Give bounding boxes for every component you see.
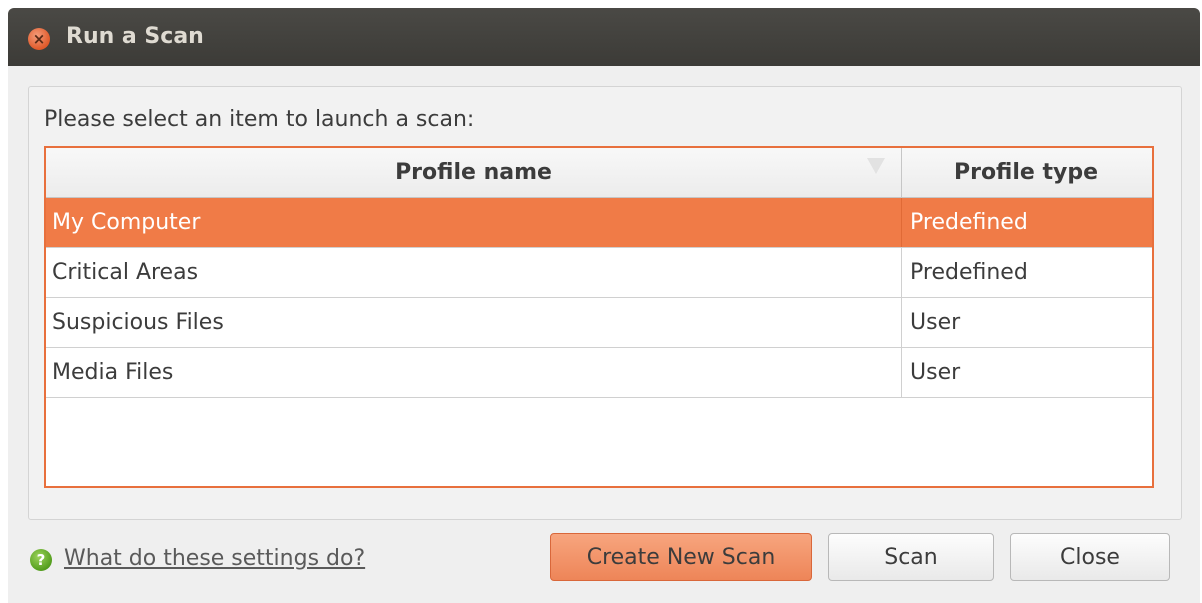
- help-link[interactable]: What do these settings do?: [64, 546, 365, 571]
- profile-type-cell: User: [910, 360, 961, 385]
- titlebar: × Run a Scan: [8, 8, 1200, 66]
- dialog-footer: ? What do these settings do? Create New …: [0, 525, 1202, 591]
- profile-table: Profile name Profile type My Computer Pr…: [44, 146, 1154, 488]
- help-icon: ?: [30, 549, 52, 571]
- create-new-scan-button[interactable]: Create New Scan: [550, 533, 812, 581]
- column-header-profile-name[interactable]: Profile name: [46, 148, 902, 197]
- table-row[interactable]: Suspicious Files User: [46, 298, 1152, 348]
- profile-type-cell: User: [910, 310, 961, 335]
- profile-name-cell: Suspicious Files: [46, 298, 902, 347]
- column-header-label: Profile name: [395, 160, 552, 185]
- table-row[interactable]: My Computer Predefined: [46, 198, 1152, 248]
- profile-type-cell: Predefined: [910, 260, 1028, 285]
- window-title: Run a Scan: [66, 24, 204, 49]
- column-header-label: Profile type: [953, 160, 1099, 185]
- table-row[interactable]: Media Files User: [46, 348, 1152, 398]
- instruction-label: Please select an item to launch a scan:: [44, 107, 475, 132]
- profile-name-cell: My Computer: [46, 198, 902, 247]
- profile-name-cell: Media Files: [46, 348, 902, 397]
- profile-name-cell: Critical Areas: [46, 248, 902, 297]
- column-header-profile-type[interactable]: Profile type: [902, 148, 1150, 197]
- scan-button[interactable]: Scan: [828, 533, 994, 581]
- profile-type-cell: Predefined: [910, 210, 1028, 235]
- table-header: Profile name Profile type: [46, 148, 1152, 198]
- close-icon[interactable]: ×: [28, 28, 50, 50]
- sort-indicator-icon: [867, 158, 885, 174]
- table-row[interactable]: Critical Areas Predefined: [46, 248, 1152, 298]
- close-button[interactable]: Close: [1010, 533, 1170, 581]
